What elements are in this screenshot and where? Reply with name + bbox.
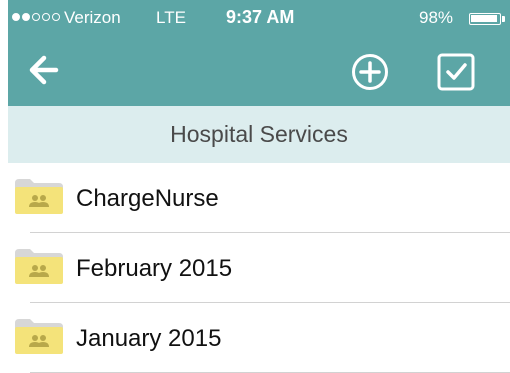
nav-bar (8, 38, 510, 106)
folder-label: ChargeNurse (76, 185, 219, 212)
signal-dot (22, 13, 30, 21)
battery-fill (471, 15, 498, 22)
folder-list: ChargeNurse February 2015 January 2015 (8, 163, 510, 373)
app-screen: Verizon LTE 9:37 AM 98% Hospital Service… (0, 0, 510, 373)
status-bar: Verizon LTE 9:37 AM 98% (8, 0, 510, 38)
select-button[interactable] (436, 52, 476, 92)
folder-label: February 2015 (76, 255, 233, 282)
circle-plus-icon (352, 54, 388, 90)
signal-dot (52, 13, 60, 21)
signal-strength-icon (12, 13, 60, 21)
shared-folder-icon (15, 179, 63, 214)
section-header: Hospital Services (8, 106, 510, 163)
network-type: LTE (156, 8, 186, 27)
shared-folder-icon (15, 249, 63, 284)
signal-dot (32, 13, 40, 21)
folder-row-february-2015[interactable]: February 2015 (8, 233, 510, 303)
section-title: Hospital Services (170, 121, 348, 147)
folder-row-chargenurse[interactable]: ChargeNurse (8, 163, 510, 233)
status-time: 9:37 AM (226, 7, 295, 27)
shared-folder-icon (15, 319, 63, 354)
battery-icon (469, 13, 501, 25)
signal-dot (12, 13, 20, 21)
arrow-left-icon (29, 55, 59, 85)
checkbox-checked-icon (437, 53, 475, 91)
signal-dot (42, 13, 50, 21)
add-button[interactable] (350, 52, 390, 92)
carrier-name: Verizon (64, 8, 121, 27)
battery-tip (502, 16, 505, 22)
top-bar: Verizon LTE 9:37 AM 98% (8, 0, 510, 106)
folder-row-january-2015[interactable]: January 2015 (8, 303, 510, 373)
back-button[interactable] (26, 52, 62, 88)
battery-percent: 98% (419, 8, 454, 27)
folder-label: January 2015 (76, 325, 222, 352)
